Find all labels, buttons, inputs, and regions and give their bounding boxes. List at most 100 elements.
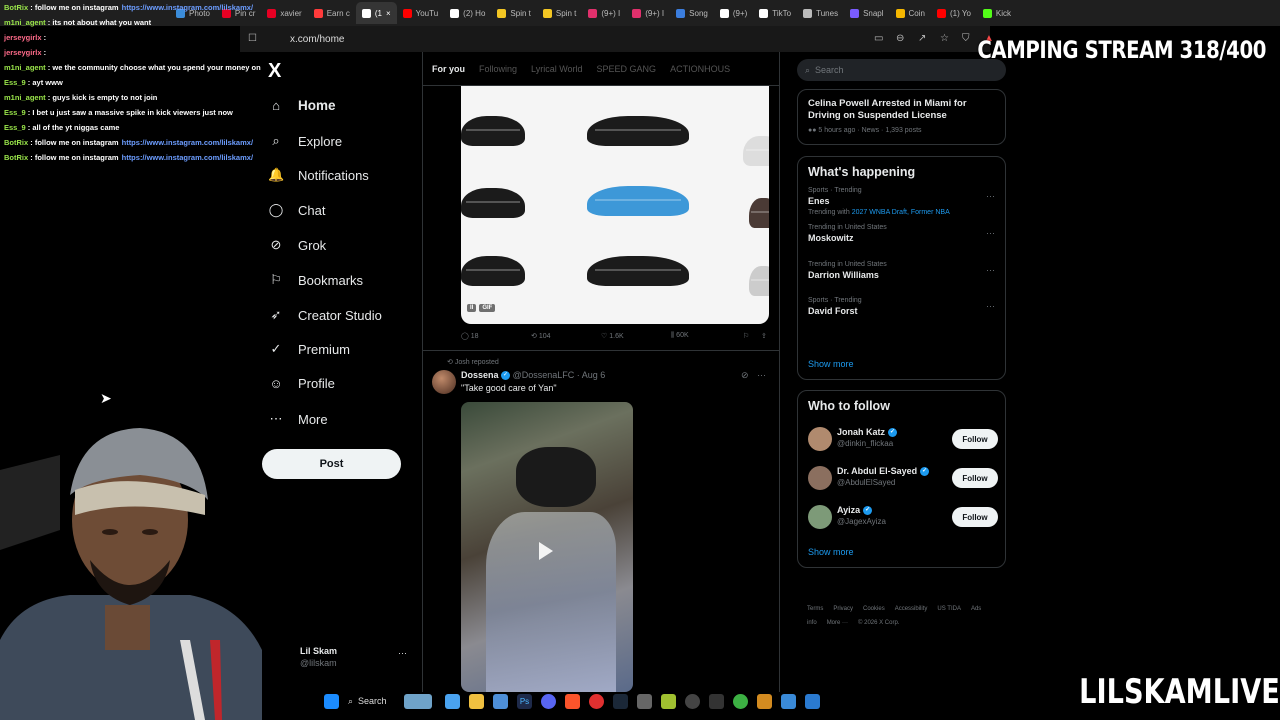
sidebar-item-explore[interactable]: ⌕ Explore	[268, 133, 342, 149]
footer-link[interactable]: Cookies	[863, 606, 885, 612]
browser-tab[interactable]: Spin t	[537, 2, 582, 24]
brave-icon[interactable]	[565, 693, 580, 709]
browser-tab[interactable]: Song	[670, 2, 714, 24]
views-button[interactable]: ⫼ 60K	[671, 332, 689, 340]
browser-tab[interactable]: YouTu	[397, 2, 445, 24]
browser-tab[interactable]: Earn c	[308, 2, 356, 24]
photoshop-icon[interactable]: Ps	[517, 693, 532, 709]
sidebar-item-bookmarks[interactable]: ⚐ Bookmarks	[268, 272, 363, 288]
feed-tab[interactable]: ACTIONHOUS	[670, 64, 730, 74]
chat-link[interactable]: https://www.instagram.com/lilskamx/	[122, 153, 253, 162]
steam-icon[interactable]	[613, 693, 628, 709]
follow-button[interactable]: Follow	[952, 468, 998, 488]
repost-context[interactable]: ⟲ Josh reposted	[447, 358, 499, 366]
4k-icon[interactable]	[685, 693, 700, 709]
app-icon[interactable]	[661, 693, 676, 709]
sidebar-item-grok[interactable]: ⊘ Grok	[268, 237, 327, 253]
account-switcher[interactable]: Lil Skam @lilskam ···	[284, 646, 414, 676]
more-dots-icon[interactable]: ···	[986, 301, 995, 311]
browser-tab[interactable]: (1 ×	[355, 2, 397, 24]
reply-button[interactable]: ◯ 18	[461, 332, 479, 340]
trend-item[interactable]: Sports · Trending David Forst	[808, 297, 862, 316]
x-logo[interactable]: X	[268, 60, 281, 83]
browser-tab[interactable]: Spin t	[491, 2, 536, 24]
grok-icon[interactable]: ⊘	[741, 370, 749, 380]
browser-tab[interactable]: (1) Yo	[931, 2, 977, 24]
avatar[interactable]	[432, 370, 456, 394]
browser-tab[interactable]: (9+) I	[582, 2, 626, 24]
trend-item[interactable]: Sports · Trending Enes Trending with 2027 …	[808, 187, 950, 216]
sidebar-item-creator-studio[interactable]: ➶ Creator Studio	[268, 307, 382, 323]
windows-start-icon[interactable]	[324, 693, 339, 709]
close-icon[interactable]: ×	[386, 9, 391, 18]
footer-link[interactable]: Accessibility	[895, 606, 928, 612]
footer-link[interactable]: US TIDA	[937, 606, 961, 612]
browser-tab[interactable]: (2) Ho	[444, 2, 491, 24]
controller-icon[interactable]	[637, 693, 652, 709]
show-more-link[interactable]: Show more	[808, 547, 854, 557]
more-dots-icon[interactable]: ···	[986, 228, 995, 238]
tweet-gif[interactable]: II GIF	[461, 86, 769, 324]
follow-button[interactable]: Follow	[952, 429, 998, 449]
app-icon[interactable]	[781, 693, 796, 709]
sidebar-item-premium[interactable]: ✓ Premium	[268, 341, 350, 357]
bookmark-icon[interactable]: ⚐	[743, 332, 749, 340]
tweet-video[interactable]	[461, 402, 633, 692]
browser-tab[interactable]: Tunes	[797, 2, 844, 24]
install-icon[interactable]: ▭	[874, 33, 883, 44]
avatar[interactable]	[808, 466, 832, 490]
search-input[interactable]: ⌕ Search	[797, 59, 1006, 81]
browser-tab[interactable]: Snapl	[844, 2, 889, 24]
feed-tab[interactable]: SPEED GANG	[597, 64, 657, 74]
browser-tab[interactable]: Kick	[977, 2, 1017, 24]
browser-tab[interactable]: TikTo	[753, 2, 797, 24]
play-icon[interactable]	[539, 542, 553, 560]
trend-item[interactable]: Trending in United States Moskowitz	[808, 224, 887, 243]
zoom-icon[interactable]: ⊖	[896, 33, 904, 44]
taskbar-search[interactable]: ⌕ Search	[348, 691, 436, 711]
more-dots-icon[interactable]: ···	[757, 370, 766, 380]
follow-suggestion[interactable]: Jonah Katz ✓ @dinkin_flickaa Follow	[808, 425, 998, 455]
follow-button[interactable]: Follow	[952, 507, 998, 527]
browser-tab[interactable]: (9+)	[714, 2, 753, 24]
pause-icon[interactable]: II	[467, 304, 477, 312]
bookmark-star-icon[interactable]: ☆	[940, 33, 949, 44]
sidebar-item-notifications[interactable]: 🔔 Notifications	[268, 167, 369, 183]
footer-link[interactable]: Terms	[807, 606, 823, 612]
more-dots-icon[interactable]: ···	[986, 265, 995, 275]
news-card[interactable]: Celina Powell Arrested in Miami for Driv…	[797, 89, 1006, 145]
repost-button[interactable]: ⟲ 104	[531, 332, 551, 340]
copilot-icon[interactable]	[445, 693, 460, 709]
trend-item[interactable]: Trending in United States Darrion William…	[808, 261, 887, 280]
trend-related-links[interactable]: 2027 WNBA Draft, Former NBA	[852, 209, 950, 216]
more-dots-icon[interactable]: ···	[398, 648, 407, 658]
footer-link[interactable]: Privacy	[833, 606, 853, 612]
browser-tab[interactable]: Coin	[890, 2, 931, 24]
feed-tab[interactable]: Lyrical World	[531, 64, 583, 74]
chat-link[interactable]: https://www.instagram.com/lilskamx/	[122, 138, 253, 147]
avatar[interactable]	[808, 505, 832, 529]
share-icon[interactable]: ↗	[918, 33, 926, 44]
share-icon[interactable]: ⇪	[761, 332, 767, 340]
capcut-icon[interactable]	[709, 693, 724, 709]
sidebar-item-chat[interactable]: ◯ Chat	[268, 202, 326, 218]
feed-tab[interactable]: Following	[479, 64, 517, 74]
recorder-icon[interactable]	[589, 693, 604, 709]
file-explorer-icon[interactable]	[469, 693, 484, 709]
tweet-author-handle[interactable]: @DossenaLFC	[513, 370, 575, 380]
show-more-link[interactable]: Show more	[808, 359, 854, 369]
tweet-date[interactable]: · Aug 6	[577, 370, 606, 380]
sidebar-item-more[interactable]: ⋯ More	[268, 411, 328, 427]
browser-tab[interactable]: (9+) I	[626, 2, 670, 24]
tweet-author-name[interactable]: Dossena	[461, 370, 499, 380]
shield-icon[interactable]: ⛉	[962, 33, 970, 44]
like-button[interactable]: ♡ 1.6K	[601, 332, 624, 340]
footer-link[interactable]: More ···	[827, 620, 848, 626]
store-icon[interactable]	[493, 693, 508, 709]
notepad-icon[interactable]	[805, 693, 820, 709]
app-icon[interactable]	[757, 693, 772, 709]
chat-link[interactable]: https://www.instagram.com/lilskamx/	[122, 3, 253, 12]
money-icon[interactable]	[733, 693, 748, 709]
sidebar-item-profile[interactable]: ☺ Profile	[268, 376, 335, 391]
address-bar[interactable]: x.com/home	[290, 34, 344, 45]
